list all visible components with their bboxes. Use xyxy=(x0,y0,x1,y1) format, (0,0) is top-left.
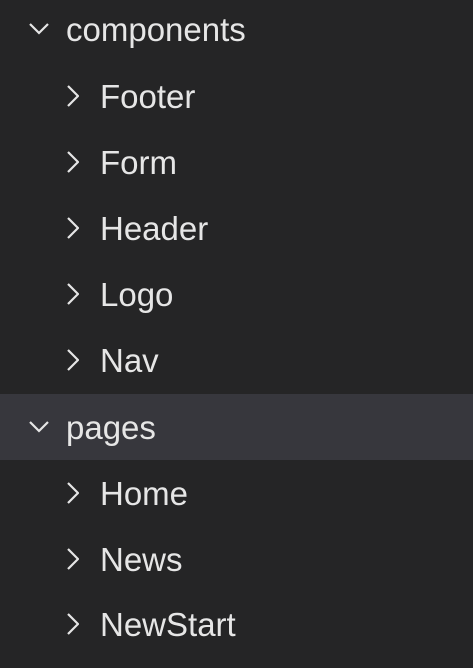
folder-row-pages[interactable]: pages xyxy=(0,394,473,460)
chevron-right-icon[interactable] xyxy=(62,147,84,177)
folder-label: pages xyxy=(66,408,156,446)
folder-label: Logo xyxy=(100,275,174,313)
chevron-right-icon[interactable] xyxy=(62,544,84,574)
folder-row-header[interactable]: Header xyxy=(0,195,473,261)
folder-row-nav[interactable]: Nav xyxy=(0,327,473,393)
folder-label: News xyxy=(100,540,183,578)
folder-label: Form xyxy=(100,143,177,181)
folder-row-components[interactable]: components xyxy=(0,0,473,62)
chevron-right-icon[interactable] xyxy=(62,213,84,243)
folder-label: Footer xyxy=(100,77,196,115)
folder-label: Nav xyxy=(100,341,159,379)
folder-label: components xyxy=(66,10,246,48)
chevron-right-icon[interactable] xyxy=(62,478,84,508)
folder-row-footer[interactable]: Footer xyxy=(0,63,473,129)
folder-label: Header xyxy=(100,209,209,247)
folder-row-form[interactable]: Form xyxy=(0,129,473,195)
chevron-right-icon[interactable] xyxy=(62,345,84,375)
chevron-down-icon[interactable] xyxy=(28,412,50,442)
chevron-down-icon[interactable] xyxy=(28,14,50,44)
chevron-right-icon[interactable] xyxy=(62,279,84,309)
folder-row-news[interactable]: News xyxy=(0,526,473,592)
folder-label: Home xyxy=(100,474,189,512)
folder-row-logo[interactable]: Logo xyxy=(0,261,473,327)
chevron-right-icon[interactable] xyxy=(62,609,84,639)
folder-label: NewStart xyxy=(100,605,236,643)
folder-row-newstart[interactable]: NewStart xyxy=(0,591,473,657)
explorer-tree: components Footer Form Header Logo Nav p… xyxy=(0,0,473,668)
chevron-right-icon[interactable] xyxy=(62,81,84,111)
folder-row-home[interactable]: Home xyxy=(0,460,473,526)
